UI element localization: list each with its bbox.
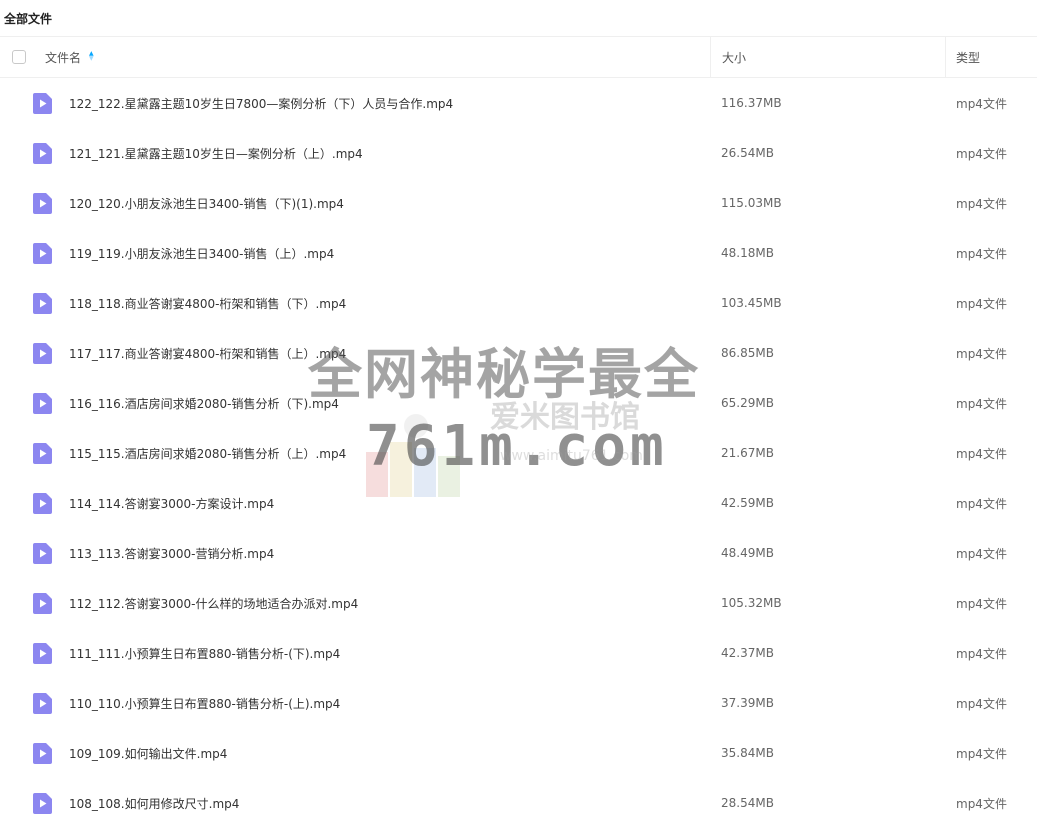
file-name[interactable]: 121_121.星黛露主题10岁生日—案例分析（上）.mp4 [69, 128, 363, 178]
file-type: mp4文件 [956, 96, 1007, 111]
file-size: 115.03MB [721, 196, 782, 210]
file-type: mp4文件 [956, 196, 1007, 211]
table-row[interactable]: 108_108.如何用修改尺寸.mp4 28.54MB mp4文件 [0, 778, 1037, 824]
video-file-icon [33, 443, 52, 464]
file-size: 42.59MB [721, 496, 774, 510]
video-file-icon [33, 593, 52, 614]
select-all-checkbox[interactable] [12, 50, 26, 64]
file-type: mp4文件 [956, 746, 1007, 761]
file-type: mp4文件 [956, 496, 1007, 511]
file-type: mp4文件 [956, 396, 1007, 411]
file-size: 28.54MB [721, 796, 774, 810]
video-file-icon [33, 193, 52, 214]
video-file-icon [33, 743, 52, 764]
video-file-icon [33, 93, 52, 114]
column-header-type-label: 类型 [956, 50, 981, 65]
video-file-icon [33, 493, 52, 514]
table-row[interactable]: 120_120.小朋友泳池生日3400-销售（下)(1).mp4 115.03MB… [0, 178, 1037, 228]
file-name[interactable]: 109_109.如何输出文件.mp4 [69, 728, 227, 778]
table-row[interactable]: 116_116.酒店房间求婚2080-销售分析（下).mp4 65.29MB mp4… [0, 378, 1037, 428]
file-name[interactable]: 115_115.酒店房间求婚2080-销售分析（上）.mp4 [69, 428, 346, 478]
file-type: mp4文件 [956, 546, 1007, 561]
file-name[interactable]: 112_112.答谢宴3000-什么样的场地适合办派对.mp4 [69, 578, 358, 628]
file-size: 65.29MB [721, 396, 774, 410]
file-browser: 全部文件 文件名 ▲ ▼ 大小 类型 122_122.星黛露主题10岁生日7800… [0, 0, 1037, 824]
file-size: 21.67MB [721, 446, 774, 460]
file-size: 35.84MB [721, 746, 774, 760]
file-type: mp4文件 [956, 246, 1007, 261]
file-size: 42.37MB [721, 646, 774, 660]
table-row[interactable]: 121_121.星黛露主题10岁生日—案例分析（上）.mp4 26.54MB mp4… [0, 128, 1037, 178]
table-row[interactable]: 112_112.答谢宴3000-什么样的场地适合办派对.mp4 105.32MB m… [0, 578, 1037, 628]
file-type: mp4文件 [956, 296, 1007, 311]
breadcrumb-all-files[interactable]: 全部文件 [4, 10, 52, 27]
video-file-icon [33, 793, 52, 814]
file-name[interactable]: 113_113.答谢宴3000-营销分析.mp4 [69, 528, 274, 578]
column-header-name-label: 文件名 [45, 50, 82, 65]
video-file-icon [33, 343, 52, 364]
table-row[interactable]: 117_117.商业答谢宴4800-桁架和销售（上）.mp4 86.85MB mp4… [0, 328, 1037, 378]
file-size: 48.18MB [721, 246, 774, 260]
file-type: mp4文件 [956, 346, 1007, 361]
file-name[interactable]: 108_108.如何用修改尺寸.mp4 [69, 778, 239, 824]
table-header: 文件名 ▲ ▼ 大小 类型 [0, 36, 1037, 78]
file-type: mp4文件 [956, 646, 1007, 661]
video-file-icon [33, 693, 52, 714]
file-type: mp4文件 [956, 146, 1007, 161]
file-type: mp4文件 [956, 596, 1007, 611]
table-row[interactable]: 110_110.小预算生日布置880-销售分析-(上).mp4 37.39MB mp… [0, 678, 1037, 728]
file-name[interactable]: 116_116.酒店房间求婚2080-销售分析（下).mp4 [69, 378, 339, 428]
video-file-icon [33, 243, 52, 264]
file-name[interactable]: 110_110.小预算生日布置880-销售分析-(上).mp4 [69, 678, 340, 728]
table-row[interactable]: 122_122.星黛露主题10岁生日7800—案例分析（下）人员与合作.mp4 1… [0, 78, 1037, 128]
video-file-icon [33, 543, 52, 564]
file-size: 48.49MB [721, 546, 774, 560]
file-size: 105.32MB [721, 596, 782, 610]
breadcrumb[interactable]: 全部文件 [0, 0, 1037, 36]
video-file-icon [33, 393, 52, 414]
file-type: mp4文件 [956, 446, 1007, 461]
file-type: mp4文件 [956, 696, 1007, 711]
table-row[interactable]: 118_118.商业答谢宴4800-桁架和销售（下）.mp4 103.45MB mp… [0, 278, 1037, 328]
column-header-name[interactable]: 文件名 ▲ ▼ [45, 37, 94, 77]
table-row[interactable]: 115_115.酒店房间求婚2080-销售分析（上）.mp4 21.67MB mp4… [0, 428, 1037, 478]
file-name[interactable]: 122_122.星黛露主题10岁生日7800—案例分析（下）人员与合作.mp4 [69, 78, 453, 128]
file-size: 37.39MB [721, 696, 774, 710]
file-name[interactable]: 118_118.商业答谢宴4800-桁架和销售（下）.mp4 [69, 278, 346, 328]
file-size: 103.45MB [721, 296, 782, 310]
column-header-type[interactable]: 类型 [945, 37, 1037, 77]
video-file-icon [33, 293, 52, 314]
column-header-size[interactable]: 大小 [710, 37, 945, 77]
table-row[interactable]: 113_113.答谢宴3000-营销分析.mp4 48.49MB mp4文件 [0, 528, 1037, 578]
file-size: 26.54MB [721, 146, 774, 160]
file-name[interactable]: 111_111.小预算生日布置880-销售分析-(下).mp4 [69, 628, 340, 678]
table-row[interactable]: 111_111.小预算生日布置880-销售分析-(下).mp4 42.37MB mp… [0, 628, 1037, 678]
file-size: 86.85MB [721, 346, 774, 360]
table-row[interactable]: 119_119.小朋友泳池生日3400-销售（上）.mp4 48.18MB mp4文… [0, 228, 1037, 278]
table-row[interactable]: 109_109.如何输出文件.mp4 35.84MB mp4文件 [0, 728, 1037, 778]
file-size: 116.37MB [721, 96, 782, 110]
file-name[interactable]: 117_117.商业答谢宴4800-桁架和销售（上）.mp4 [69, 328, 346, 378]
column-header-size-label: 大小 [722, 50, 747, 65]
table-row[interactable]: 114_114.答谢宴3000-方案设计.mp4 42.59MB mp4文件 [0, 478, 1037, 528]
file-name[interactable]: 119_119.小朋友泳池生日3400-销售（上）.mp4 [69, 228, 334, 278]
sort-icon[interactable]: ▲ ▼ [89, 51, 94, 62]
file-list: 122_122.星黛露主题10岁生日7800—案例分析（下）人员与合作.mp4 1… [0, 78, 1037, 824]
video-file-icon [33, 643, 52, 664]
file-type: mp4文件 [956, 796, 1007, 811]
file-name[interactable]: 114_114.答谢宴3000-方案设计.mp4 [69, 478, 274, 528]
video-file-icon [33, 143, 52, 164]
file-name[interactable]: 120_120.小朋友泳池生日3400-销售（下)(1).mp4 [69, 178, 344, 228]
